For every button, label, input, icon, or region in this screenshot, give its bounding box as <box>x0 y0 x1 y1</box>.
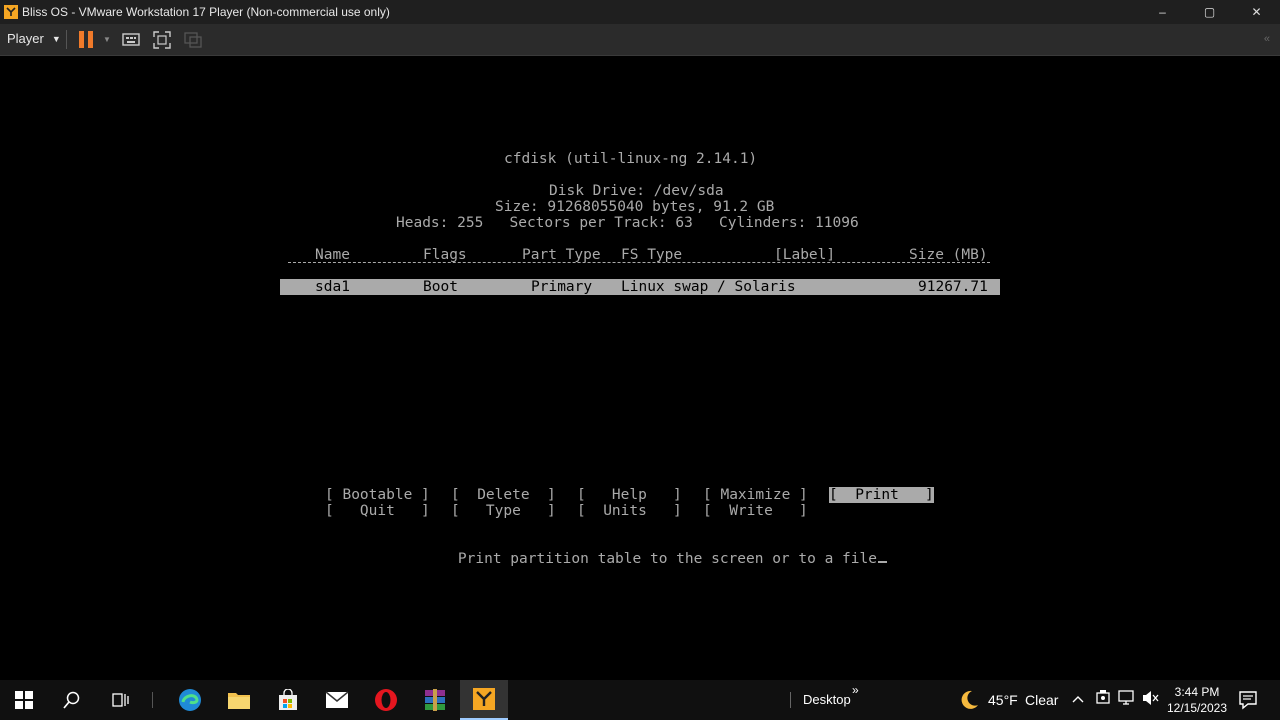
menu-bootable[interactable]: [ Bootable ] <box>325 487 430 503</box>
vm-console[interactable]: cfdisk (util-linux-ng 2.14.1) Disk Drive… <box>0 56 1280 680</box>
search-icon[interactable] <box>48 680 96 720</box>
unity-icon <box>184 32 202 48</box>
player-toolbar: Player ▼ ▼ « <box>0 24 1280 56</box>
close-button[interactable]: ✕ <box>1233 0 1280 24</box>
collapse-toolbar-icon[interactable]: « <box>1264 33 1270 45</box>
toolbar-divider <box>66 30 67 49</box>
notification-icon[interactable] <box>1238 690 1258 710</box>
chevron-down-icon: ▼ <box>51 33 61 44</box>
menu-print[interactable]: [ Print ] <box>829 487 934 503</box>
menu-help[interactable]: [ Help ] <box>577 487 682 503</box>
winrar-icon[interactable] <box>411 680 459 720</box>
moon-icon[interactable] <box>958 689 980 711</box>
text-cursor <box>877 561 887 563</box>
partition-fs-type: Linux swap / Solaris <box>621 279 796 295</box>
clock-date: 12/15/2023 <box>1166 701 1228 715</box>
minimize-button[interactable]: – <box>1139 0 1186 24</box>
disk-geometry-line: Heads: 255 Sectors per Track: 63 Cylinde… <box>396 215 859 231</box>
vmware-player-icon[interactable] <box>460 680 508 720</box>
menu-write[interactable]: [ Write ] <box>703 503 808 519</box>
menu-delete[interactable]: [ Delete ] <box>451 487 556 503</box>
table-row[interactable]: sda1 Boot Primary Linux swap / Solaris 9… <box>280 279 1000 295</box>
col-header-name: Name <box>315 247 350 263</box>
opera-icon[interactable] <box>362 680 410 720</box>
clock-time: 3:44 PM <box>1174 685 1220 699</box>
desktop-toolbar-chevron-icon[interactable]: » <box>852 683 859 697</box>
task-view-icon[interactable] <box>96 680 144 720</box>
vmware-tray-icon[interactable] <box>1096 690 1110 706</box>
disk-drive-line: Disk Drive: /dev/sda <box>549 183 724 199</box>
cfdisk-title: cfdisk (util-linux-ng 2.14.1) <box>504 151 758 167</box>
windows-taskbar: Desktop » 45°F Clear 3:44 PM 12/15/2023 <box>0 680 1280 720</box>
partition-name: sda1 <box>315 279 350 295</box>
col-header-fs-type: FS Type <box>621 247 683 263</box>
desktop-toolbar-divider <box>790 692 791 708</box>
menu-maximize[interactable]: [ Maximize ] <box>703 487 808 503</box>
col-header-label: [Label] <box>774 247 836 263</box>
store-icon[interactable] <box>264 680 312 720</box>
weather-temperature[interactable]: 45°F <box>988 692 1018 708</box>
status-line: Print partition table to the screen or t… <box>423 535 887 583</box>
pause-dropdown-icon[interactable]: ▼ <box>103 35 111 44</box>
chevron-up-icon[interactable] <box>1072 694 1084 704</box>
window-title: Bliss OS - VMware Workstation 17 Player … <box>22 5 390 19</box>
menu-type[interactable]: [ Type ] <box>451 503 556 519</box>
status-text: Print partition table to the screen or t… <box>457 551 877 567</box>
windows-start-icon[interactable] <box>0 680 48 720</box>
partition-size: 91267.71 <box>918 279 988 295</box>
maximize-button[interactable]: ▢ <box>1186 0 1233 24</box>
mail-icon[interactable] <box>313 680 361 720</box>
pause-icon[interactable] <box>79 31 93 48</box>
fullscreen-icon[interactable] <box>151 29 173 51</box>
col-header-flags: Flags <box>423 247 467 263</box>
send-ctrl-alt-del-icon[interactable] <box>120 29 142 51</box>
system-clock[interactable]: 3:44 PM 12/15/2023 <box>1166 684 1228 716</box>
file-explorer-icon[interactable] <box>215 680 263 720</box>
vmware-app-icon <box>4 5 18 19</box>
table-divider <box>288 262 990 263</box>
menu-units[interactable]: [ Units ] <box>577 503 682 519</box>
taskbar-divider <box>152 692 153 708</box>
menu-quit[interactable]: [ Quit ] <box>325 503 430 519</box>
partition-flags: Boot <box>423 279 458 295</box>
weather-description[interactable]: Clear <box>1025 692 1058 708</box>
col-header-part-type: Part Type <box>522 247 601 263</box>
edge-icon[interactable] <box>166 680 214 720</box>
player-menu[interactable]: Player ▼ <box>7 31 61 46</box>
network-icon[interactable] <box>1118 690 1136 706</box>
disk-size-line: Size: 91268055040 bytes, 91.2 GB <box>495 199 775 215</box>
partition-part-type: Primary <box>531 279 593 295</box>
player-menu-label: Player <box>7 31 44 46</box>
window-title-bar[interactable]: Bliss OS - VMware Workstation 17 Player … <box>0 0 1280 24</box>
col-header-size: Size (MB) <box>909 247 988 263</box>
desktop-toolbar-label[interactable]: Desktop <box>803 692 851 707</box>
volume-muted-icon[interactable] <box>1142 690 1160 706</box>
